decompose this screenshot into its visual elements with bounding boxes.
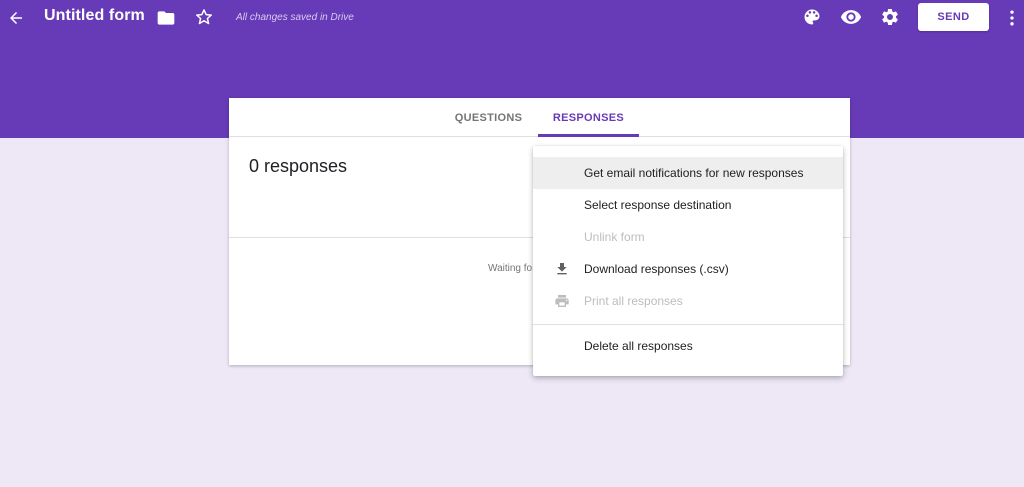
tab-responses[interactable]: RESPONSES <box>538 98 639 137</box>
tab-bar: QUESTIONS RESPONSES <box>229 98 850 137</box>
menu-item-print-all: Print all responses <box>533 285 843 317</box>
menu-item-label: Unlink form <box>584 230 645 244</box>
responses-count: 0 responses <box>249 156 348 176</box>
menu-separator <box>533 324 843 325</box>
print-icon <box>554 293 570 309</box>
menu-item-unlink-form: Unlink form <box>533 221 843 253</box>
menu-item-label: Get email notifications for new response… <box>584 166 804 180</box>
menu-item-delete-all[interactable]: Delete all responses <box>533 330 843 362</box>
folder-icon[interactable] <box>154 6 178 30</box>
star-icon[interactable] <box>192 5 216 29</box>
more-vert-icon[interactable] <box>1004 6 1020 30</box>
gear-icon[interactable] <box>878 5 902 29</box>
top-toolbar: Untitled form All changes saved in Drive… <box>0 0 1024 36</box>
menu-item-email-notifications[interactable]: Get email notifications for new response… <box>533 157 843 189</box>
responses-options-menu: Get email notifications for new response… <box>533 146 843 376</box>
download-icon <box>554 261 570 277</box>
send-button[interactable]: SEND <box>918 3 989 31</box>
menu-item-select-destination[interactable]: Select response destination <box>533 189 843 221</box>
eye-icon[interactable] <box>839 5 863 29</box>
menu-item-download-csv[interactable]: Download responses (.csv) <box>533 253 843 285</box>
tab-questions[interactable]: QUESTIONS <box>453 98 524 137</box>
back-arrow-icon[interactable] <box>4 6 28 30</box>
menu-item-label: Print all responses <box>584 294 683 308</box>
active-tab-indicator <box>538 134 639 137</box>
menu-item-label: Download responses (.csv) <box>584 262 729 276</box>
palette-icon[interactable] <box>800 5 824 29</box>
form-title[interactable]: Untitled form <box>44 7 145 25</box>
menu-item-label: Delete all responses <box>584 339 693 353</box>
menu-item-label: Select response destination <box>584 198 732 212</box>
save-status: All changes saved in Drive <box>236 12 354 23</box>
waiting-message: Waiting fo <box>488 263 533 274</box>
